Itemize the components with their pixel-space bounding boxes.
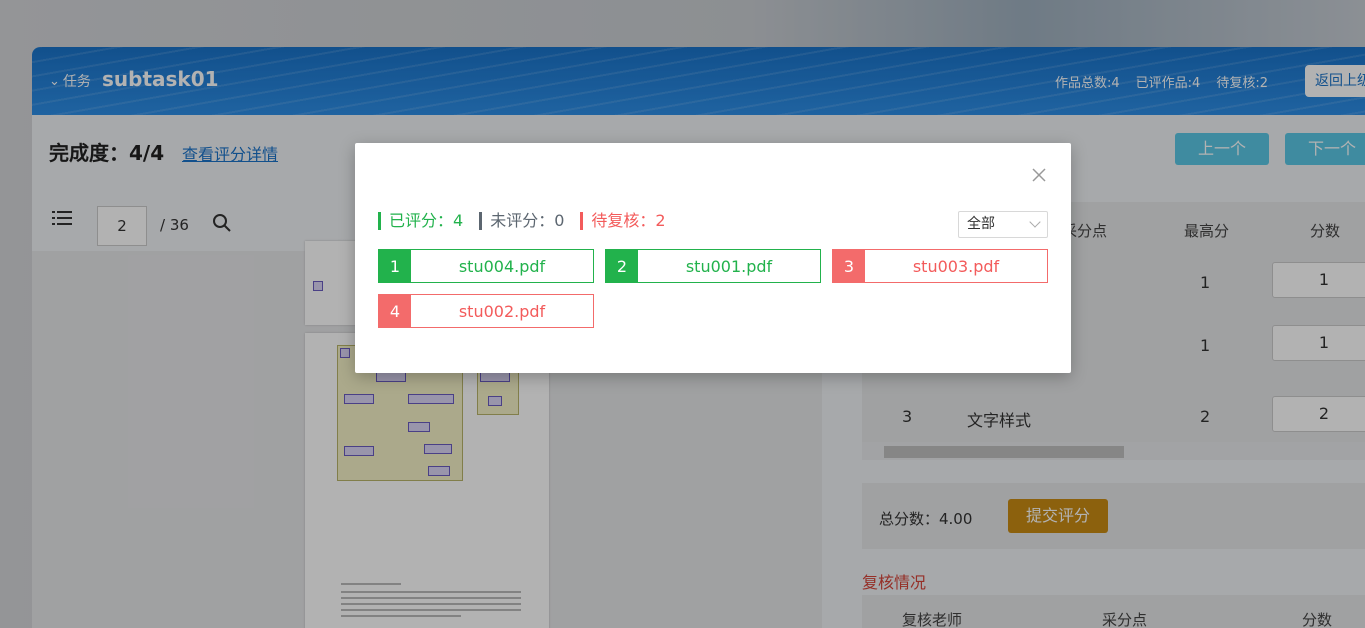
file-name: stu003.pdf	[912, 256, 1000, 276]
filter-value: 全部	[967, 216, 995, 232]
file-name: stu001.pdf	[685, 256, 773, 276]
file-item[interactable]: 4 stu002.pdf	[378, 294, 594, 328]
file-index: 4	[379, 295, 411, 327]
close-icon[interactable]	[1031, 167, 1047, 183]
legend-graded: 已评分：4	[378, 212, 463, 230]
file-name: stu002.pdf	[458, 301, 546, 321]
file-index: 3	[833, 250, 865, 282]
file-index: 1	[379, 250, 411, 282]
status-legend: 已评分：4 未评分：0 待复核：2	[378, 212, 666, 230]
file-item[interactable]: 2 stu001.pdf	[605, 249, 821, 283]
file-list-modal: 已评分：4 未评分：0 待复核：2 全部 1 stu004.pdf 2 stu0…	[355, 143, 1071, 373]
legend-pending-review: 待复核：2	[580, 212, 666, 230]
legend-ungraded: 未评分：0	[479, 212, 564, 230]
file-index: 2	[606, 250, 638, 282]
file-item[interactable]: 1 stu004.pdf	[378, 249, 594, 283]
status-filter-select[interactable]: 全部	[958, 211, 1048, 238]
file-item[interactable]: 3 stu003.pdf	[832, 249, 1048, 283]
file-name: stu004.pdf	[458, 256, 546, 276]
chevron-down-icon	[1029, 216, 1041, 228]
